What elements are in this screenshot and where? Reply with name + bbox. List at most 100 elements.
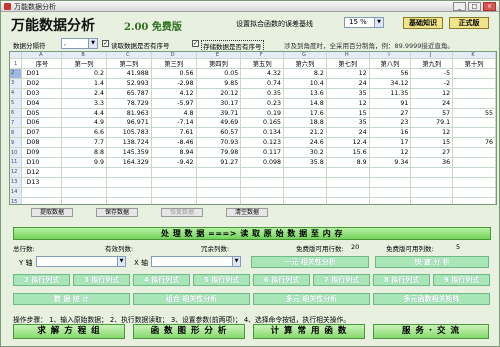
solve-equations-button[interactable]: 求 解 方 程 组: [13, 324, 125, 339]
table-cell[interactable]: 15.6: [326, 147, 370, 159]
table-cell[interactable]: 35: [326, 88, 370, 99]
multi-correlation-button[interactable]: 多元 相关性分析: [253, 293, 370, 305]
table-cell[interactable]: D12: [21, 167, 63, 178]
column-header[interactable]: 第十列: [452, 58, 496, 69]
fit-5-button[interactable]: 5 拟行列式: [193, 274, 250, 286]
chevron-down-icon[interactable]: ▼: [374, 18, 383, 27]
table-cell[interactable]: 9.9: [61, 157, 107, 168]
table-cell[interactable]: D02: [21, 78, 63, 89]
table-cell[interactable]: 4.32: [240, 68, 285, 79]
table-cell[interactable]: 36: [410, 157, 454, 168]
table-cell[interactable]: [452, 78, 496, 89]
service-button[interactable]: 服 务 · 交 流: [373, 324, 489, 339]
table-cell[interactable]: 12: [410, 127, 454, 139]
column-header[interactable]: 序号: [21, 58, 63, 69]
fit-6-button[interactable]: 6 拟行列式: [253, 274, 310, 286]
column-header[interactable]: 第九列: [410, 58, 454, 69]
table-cell[interactable]: 35: [326, 117, 370, 129]
table-cell[interactable]: [410, 167, 454, 178]
table-cell[interactable]: [61, 197, 107, 204]
table-cell[interactable]: 8.9: [326, 157, 370, 168]
column-header[interactable]: 第三列: [151, 58, 197, 69]
table-cell[interactable]: [326, 167, 370, 178]
restore-data-button[interactable]: 恢复数据: [161, 208, 203, 217]
table-cell[interactable]: D13: [21, 177, 63, 188]
chevron-down-icon[interactable]: ▼: [88, 39, 97, 48]
table-cell[interactable]: [410, 187, 454, 198]
table-cell[interactable]: -9.42: [151, 157, 197, 168]
table-cell[interactable]: 0.134: [240, 127, 285, 139]
table-cell[interactable]: 0.05: [196, 68, 242, 79]
table-cell[interactable]: 0.56: [151, 68, 197, 79]
row-number[interactable]: 4: [10, 88, 23, 99]
table-cell[interactable]: 164.329: [106, 157, 152, 168]
y-axis-select[interactable]: ▼: [36, 256, 126, 267]
table-cell[interactable]: [151, 177, 197, 188]
table-cell[interactable]: [106, 197, 152, 204]
table-cell[interactable]: [283, 197, 327, 204]
table-cell[interactable]: 49.69: [196, 117, 242, 129]
table-row[interactable]: 10 D09 8.8 145.359 8.94 79.98 0.117 30.2 15.6 12 2…: [10, 147, 496, 159]
table-cell[interactable]: 30.17: [196, 98, 242, 109]
table-cell[interactable]: 52.993: [106, 78, 152, 89]
data-grid[interactable]: A B C D E F G H I J K 1 序号 第一列 第二列 第三列 第四列 第五列 第六列 第七列 第八列 第九…: [9, 51, 497, 205]
table-cell[interactable]: [61, 167, 107, 178]
table-cell[interactable]: 138.724: [106, 137, 152, 149]
table-cell[interactable]: 1.4: [61, 78, 107, 89]
table-cell[interactable]: [61, 177, 107, 188]
table-cell[interactable]: 70.93: [196, 137, 242, 149]
table-cell[interactable]: [283, 167, 327, 178]
table-row[interactable]: 11 D10 9.9 164.329 -9.42 91.27 0.098 35.8 8.9 9.3…: [10, 157, 496, 168]
table-cell[interactable]: 21.2: [283, 127, 327, 139]
row-number[interactable]: 11: [10, 157, 23, 168]
x-axis-select[interactable]: ▼: [151, 256, 241, 267]
table-cell[interactable]: 0.74: [240, 78, 285, 89]
table-cell[interactable]: [196, 167, 242, 178]
table-cell[interactable]: 65.787: [106, 88, 152, 99]
table-cell[interactable]: 18.8: [283, 117, 327, 129]
table-cell[interactable]: D03: [21, 88, 63, 99]
table-cell[interactable]: 8.94: [151, 147, 197, 159]
table-cell[interactable]: 0.098: [240, 157, 285, 168]
fit-7-button[interactable]: 7 拟行列式: [313, 274, 370, 286]
table-cell[interactable]: -5: [410, 68, 454, 79]
table-cell[interactable]: 17.6: [283, 108, 327, 119]
table-cell[interactable]: 12: [326, 68, 370, 79]
table-row[interactable]: 9 D08 7.7 138.724 -8.46 70.93 0.123 24.6 12.4 17 1…: [10, 137, 496, 149]
table-cell[interactable]: 0.35: [240, 88, 285, 99]
row-number[interactable]: 15: [10, 197, 23, 204]
table-cell[interactable]: 0.123: [240, 137, 285, 149]
table-cell[interactable]: -8.46: [151, 137, 197, 149]
table-cell[interactable]: [452, 167, 496, 178]
table-cell[interactable]: 27: [369, 108, 412, 119]
table-cell[interactable]: 96.971: [106, 117, 152, 129]
column-header[interactable]: 第四列: [196, 58, 242, 69]
row-number[interactable]: 10: [10, 147, 23, 159]
extract-data-button[interactable]: 提取数据: [31, 208, 73, 217]
table-row[interactable]: 7 D06 4.9 96.971 -7.14 49.69 0.165 18.8 35 23 79.1: [10, 117, 496, 129]
table-cell[interactable]: 10.4: [283, 78, 327, 89]
table-cell[interactable]: [61, 187, 107, 198]
table-cell[interactable]: [452, 147, 496, 159]
table-cell[interactable]: [21, 187, 63, 198]
row-number[interactable]: 6: [10, 108, 23, 119]
table-cell[interactable]: 30.2: [283, 147, 327, 159]
table-row[interactable]: 12 D12: [10, 167, 496, 178]
table-cell[interactable]: 91.27: [196, 157, 242, 168]
column-header[interactable]: 第五列: [240, 58, 285, 69]
table-cell[interactable]: 34.12: [369, 78, 412, 89]
table-cell[interactable]: 2.4: [61, 88, 107, 99]
table-cell[interactable]: 15: [410, 137, 454, 149]
table-cell[interactable]: D07: [21, 127, 63, 139]
table-cell[interactable]: -7.14: [151, 117, 197, 129]
table-cell[interactable]: [410, 197, 454, 204]
table-cell[interactable]: [21, 197, 63, 204]
maximize-button[interactable]: □: [468, 2, 481, 11]
table-cell[interactable]: 41.988: [106, 68, 152, 79]
table-cell[interactable]: [369, 177, 412, 188]
table-cell[interactable]: 91: [369, 98, 412, 109]
table-cell[interactable]: 20.12: [196, 88, 242, 99]
minimize-button[interactable]: _: [453, 2, 466, 11]
table-cell[interactable]: 13.6: [283, 88, 327, 99]
clear-data-button[interactable]: 清空数据: [226, 208, 268, 217]
